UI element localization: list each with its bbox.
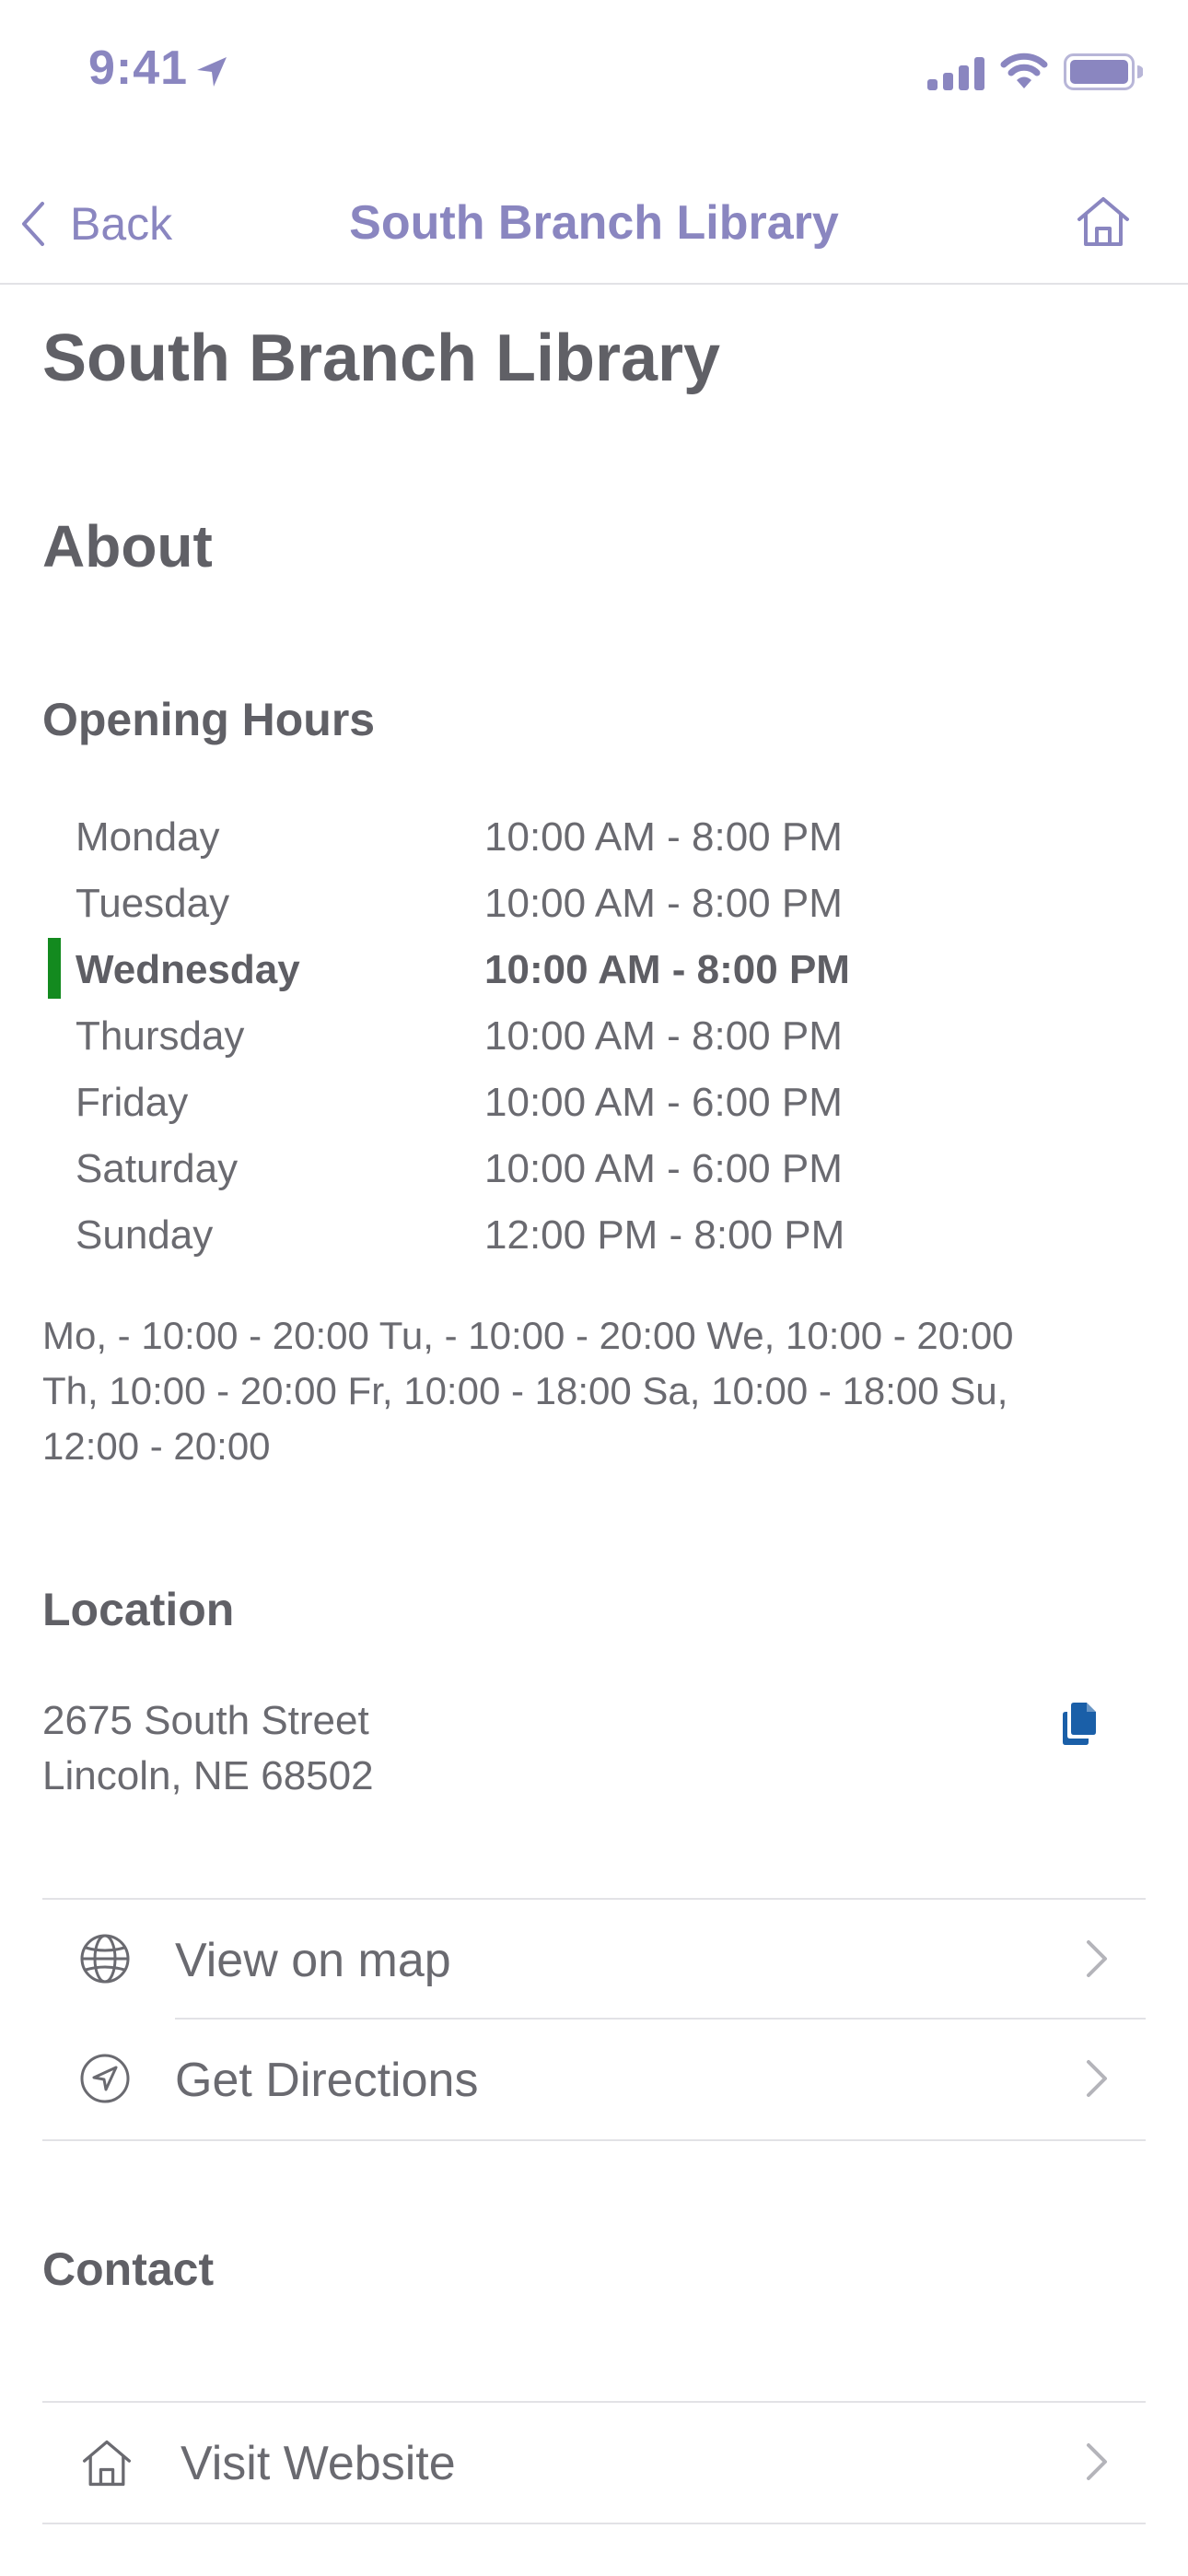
hours-day: Tuesday bbox=[76, 881, 230, 926]
home-icon bbox=[82, 2440, 132, 2487]
hours-time: 10:00 AM - 6:00 PM bbox=[484, 1080, 843, 1125]
hours-time: 10:00 AM - 8:00 PM bbox=[484, 947, 850, 992]
hours-day: Wednesday bbox=[76, 947, 300, 992]
divider bbox=[42, 2523, 1146, 2524]
hours-day: Friday bbox=[76, 1080, 189, 1125]
get-directions-label: Get Directions bbox=[175, 2054, 479, 2107]
visit-website-row[interactable]: Visit Website bbox=[42, 2403, 1146, 2521]
nav-divider bbox=[0, 283, 1188, 285]
view-on-map-row[interactable]: View on map bbox=[42, 1900, 1146, 2018]
location-heading: Location bbox=[42, 1584, 235, 1635]
hours-time: 10:00 AM - 8:00 PM bbox=[484, 881, 843, 926]
hours-day: Sunday bbox=[76, 1212, 214, 1258]
contact-heading: Contact bbox=[42, 2243, 215, 2295]
get-directions-row[interactable]: Get Directions bbox=[42, 2020, 1146, 2137]
address: 2675 South Street Lincoln, NE 68502 bbox=[42, 1693, 374, 1804]
nav-title: South Branch Library bbox=[349, 196, 839, 250]
chevron-right-icon bbox=[1087, 1940, 1107, 1977]
hours-time: 12:00 PM - 8:00 PM bbox=[484, 1212, 845, 1258]
hours-day: Monday bbox=[76, 814, 220, 860]
hours-time: 10:00 AM - 8:00 PM bbox=[484, 1013, 843, 1059]
hours-row-friday: Friday 10:00 AM - 6:00 PM bbox=[0, 1071, 1188, 1137]
status-time: 9:41 bbox=[88, 41, 189, 95]
about-heading: About bbox=[42, 513, 213, 580]
view-on-map-label: View on map bbox=[175, 1934, 451, 1987]
hours-raw-text: Mo, - 10:00 - 20:00 Tu, - 10:00 - 20:00 … bbox=[42, 1308, 1147, 1474]
hours-raw-line: Mo, - 10:00 - 20:00 Tu, - 10:00 - 20:00 … bbox=[42, 1314, 1014, 1357]
hours-row-wednesday: Wednesday 10:00 AM - 8:00 PM bbox=[0, 938, 1188, 1004]
globe-icon bbox=[80, 1934, 130, 1984]
battery-icon bbox=[1064, 53, 1143, 90]
hours-raw-line: 12:00 - 20:00 bbox=[42, 1424, 271, 1468]
today-indicator bbox=[48, 938, 61, 999]
cellular-signal-icon bbox=[927, 57, 984, 90]
hours-row-sunday: Sunday 12:00 PM - 8:00 PM bbox=[0, 1203, 1188, 1270]
hours-row-saturday: Saturday 10:00 AM - 6:00 PM bbox=[0, 1137, 1188, 1203]
chevron-right-icon bbox=[1087, 2060, 1107, 2097]
address-line: 2675 South Street bbox=[42, 1698, 369, 1743]
chevron-right-icon bbox=[1087, 2443, 1107, 2480]
wifi-icon bbox=[1000, 53, 1048, 88]
opening-hours-heading: Opening Hours bbox=[42, 694, 376, 745]
hours-raw-line: Th, 10:00 - 20:00 Fr, 10:00 - 18:00 Sa, … bbox=[42, 1369, 1008, 1412]
address-line: Lincoln, NE 68502 bbox=[42, 1753, 374, 1798]
visit-website-label: Visit Website bbox=[181, 2437, 456, 2490]
hours-day: Saturday bbox=[76, 1146, 239, 1191]
navigation-compass-icon bbox=[80, 2054, 130, 2103]
hours-row-monday: Monday 10:00 AM - 8:00 PM bbox=[0, 805, 1188, 872]
hours-day: Thursday bbox=[76, 1013, 245, 1059]
hours-time: 10:00 AM - 6:00 PM bbox=[484, 1146, 843, 1191]
hours-row-thursday: Thursday 10:00 AM - 8:00 PM bbox=[0, 1004, 1188, 1071]
hours-time: 10:00 AM - 8:00 PM bbox=[484, 814, 843, 860]
location-arrow-icon bbox=[197, 57, 227, 87]
page-title: South Branch Library bbox=[42, 322, 721, 395]
copy-icon[interactable] bbox=[1057, 1701, 1101, 1747]
divider bbox=[42, 2139, 1146, 2141]
home-icon[interactable] bbox=[1074, 193, 1133, 249]
hours-row-tuesday: Tuesday 10:00 AM - 8:00 PM bbox=[0, 872, 1188, 938]
